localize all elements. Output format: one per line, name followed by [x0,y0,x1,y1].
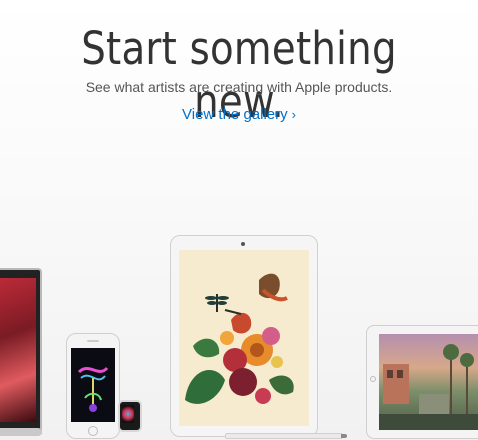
view-gallery-label: View the gallery [182,106,288,123]
watch-screen-artwork [122,405,134,423]
ipad-pro-device [170,235,318,437]
ipad-device [366,325,478,439]
subheading: See what artists are creating with Apple… [85,79,393,95]
iphone-home-button [88,426,98,436]
chevron-right-icon: › [291,107,296,122]
ipad-screen-artwork [379,334,478,430]
macbook-device [0,268,42,434]
iphone-device [66,333,120,439]
iphone-speaker [87,340,99,342]
pencil-tip [341,434,347,438]
macbook-screen-artwork [0,278,36,422]
view-gallery-link[interactable]: View the gallery › [0,106,478,123]
ipad-pro-screen-artwork [179,250,309,426]
ipad-home-button [370,376,376,382]
iphone-screen-artwork [71,348,115,422]
apple-watch-device [118,400,142,432]
apple-pencil [225,433,347,439]
ipad-camera [241,242,245,246]
macbook-base [0,428,42,436]
